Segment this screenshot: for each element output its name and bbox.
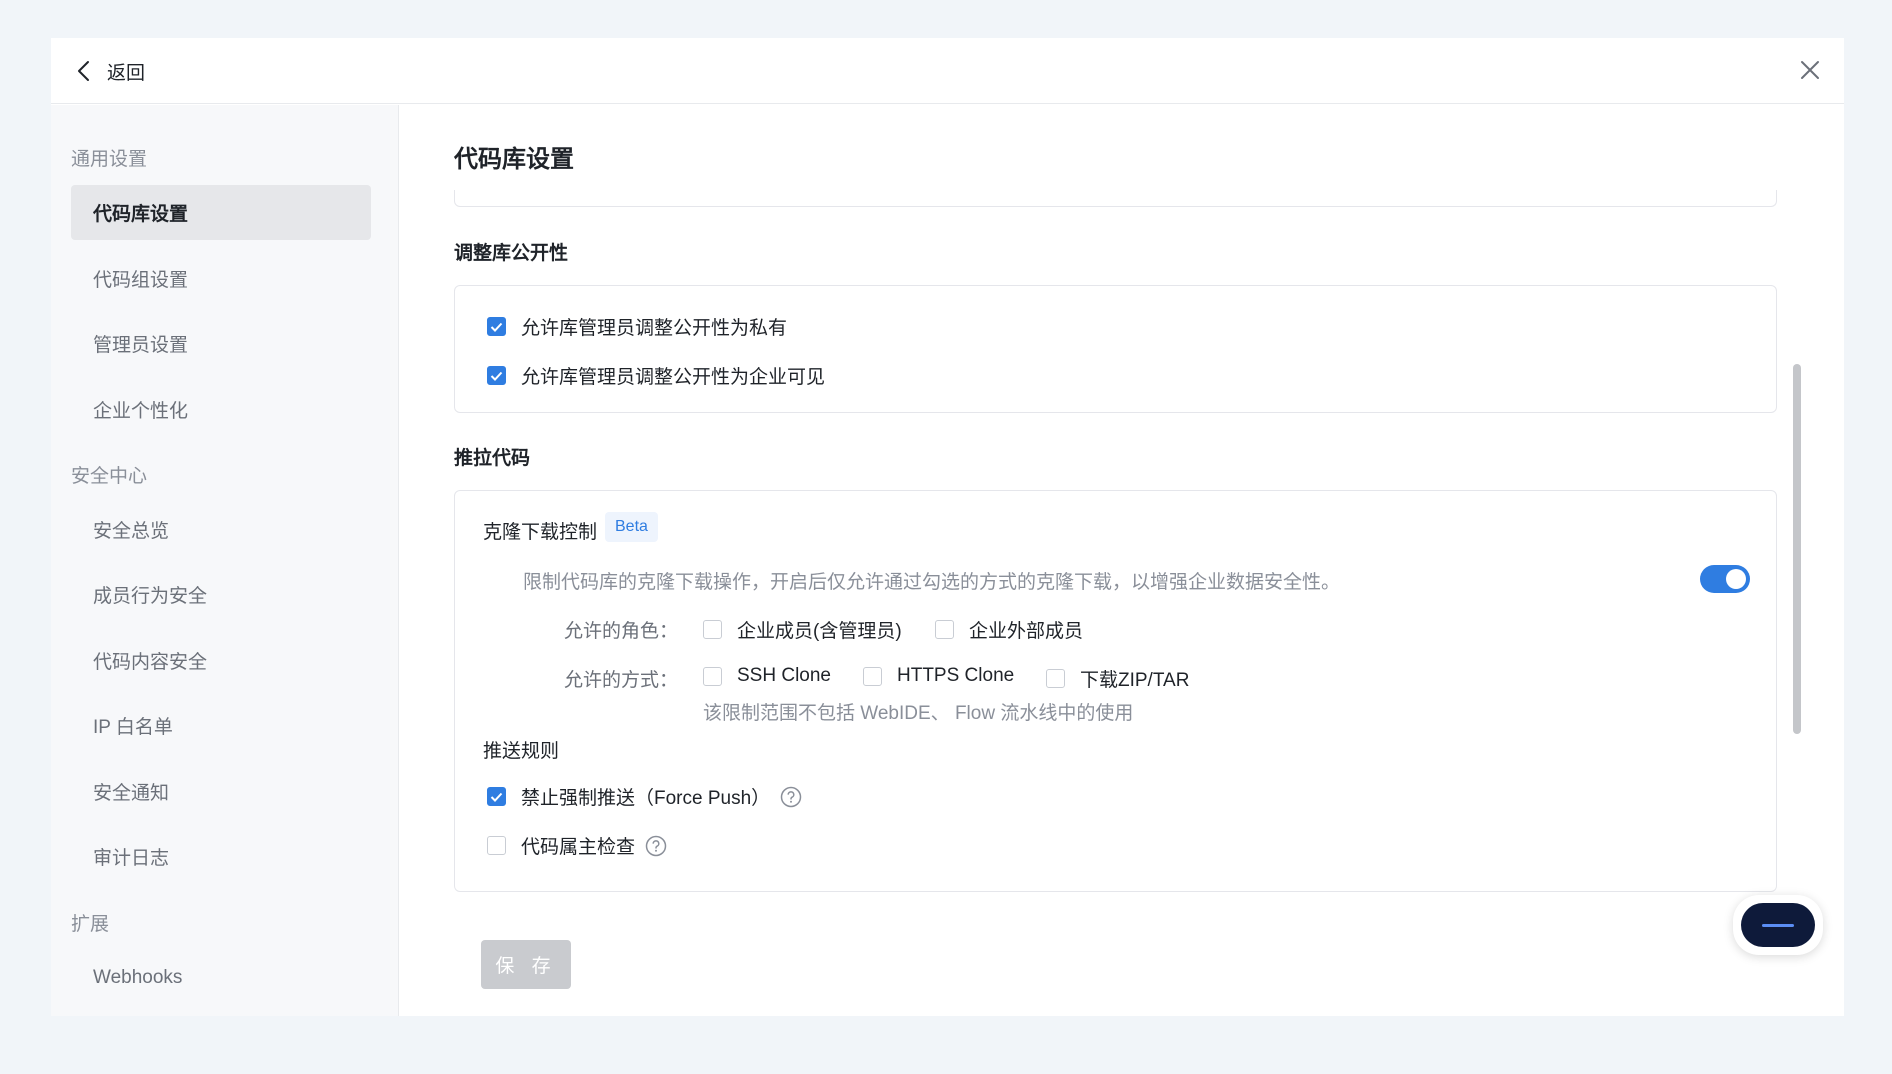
role-enterprise-member-option[interactable]: 企业成员(含管理员) bbox=[703, 616, 902, 643]
checkbox-unchecked-icon[interactable] bbox=[703, 620, 722, 639]
close-icon bbox=[1801, 61, 1819, 79]
top-bar: 返回 bbox=[51, 38, 1844, 104]
chevron-left-icon bbox=[67, 54, 101, 88]
toggle-knob bbox=[1726, 569, 1746, 589]
visibility-private-option[interactable]: 允许库管理员调整公开性为私有 bbox=[487, 313, 787, 340]
checkbox-unchecked-icon[interactable] bbox=[863, 666, 882, 686]
assistant-fab-button[interactable] bbox=[1733, 895, 1823, 955]
checkbox-checked-icon[interactable] bbox=[487, 787, 506, 806]
checkbox-unchecked-icon[interactable] bbox=[1046, 669, 1065, 688]
sidebar-item-audit-log[interactable]: 审计日志 bbox=[71, 829, 371, 884]
roles-label: 允许的角色： bbox=[564, 621, 679, 642]
sidebar-item-repo-settings[interactable]: 代码库设置 bbox=[71, 185, 371, 240]
checkbox-unchecked-icon[interactable] bbox=[935, 620, 954, 639]
previous-card-bottom bbox=[454, 190, 1777, 207]
sidebar-item-admin-settings[interactable]: 管理员设置 bbox=[71, 316, 371, 371]
clone-scope-hint: 该限制范围不包括 WebIDE、 Flow 流水线中的使用 bbox=[703, 703, 1134, 724]
sidebar-item-security-overview[interactable]: 安全总览 bbox=[71, 502, 371, 557]
sidebar-item-group-settings[interactable]: 代码组设置 bbox=[71, 251, 371, 306]
method-https-option[interactable]: HTTPS Clone bbox=[863, 665, 1014, 687]
visibility-private-label: 允许库管理员调整公开性为私有 bbox=[521, 318, 788, 339]
clone-control-title: 克隆下载控制 bbox=[483, 522, 598, 543]
main-panel: 代码库设置 调整库公开性 允许库管理员调整公开性为私有 允许库管理员调整公开性为… bbox=[400, 105, 1850, 1016]
sidebar: 通用设置 代码库设置 代码组设置 管理员设置 企业个性化 安全中心 安全总览 成… bbox=[51, 105, 399, 1016]
page-heading: 代码库设置 bbox=[454, 146, 574, 173]
method-zip-label: 下载ZIP/TAR bbox=[1080, 670, 1190, 691]
visibility-enterprise-option[interactable]: 允许库管理员调整公开性为企业可见 bbox=[487, 362, 825, 389]
sidebar-group-extensions: 扩展 bbox=[71, 914, 110, 935]
force-push-label: 禁止强制推送（Force Push） bbox=[521, 788, 771, 809]
sidebar-item-member-behavior[interactable]: 成员行为安全 bbox=[71, 567, 371, 622]
methods-label: 允许的方式： bbox=[564, 670, 679, 691]
visibility-enterprise-label: 允许库管理员调整公开性为企业可见 bbox=[521, 367, 826, 388]
clone-control-description: 限制代码库的克隆下载操作，开启后仅允许通过勾选的方式的克隆下载，以增强企业数据安… bbox=[523, 572, 1341, 593]
assistant-icon-line bbox=[1762, 923, 1794, 927]
method-ssh-option[interactable]: SSH Clone bbox=[703, 665, 831, 687]
method-zip-option[interactable]: 下载ZIP/TAR bbox=[1046, 665, 1189, 692]
role-enterprise-member-label: 企业成员(含管理员) bbox=[737, 621, 902, 642]
role-external-member-label: 企业外部成员 bbox=[969, 621, 1084, 642]
sidebar-item-ip-whitelist[interactable]: IP 白名单 bbox=[71, 698, 371, 753]
method-https-label: HTTPS Clone bbox=[897, 665, 1015, 686]
sidebar-group-security: 安全中心 bbox=[71, 466, 148, 487]
sidebar-item-webhooks[interactable]: Webhooks bbox=[71, 950, 371, 1005]
clone-control-toggle[interactable] bbox=[1700, 565, 1750, 593]
checkbox-unchecked-icon[interactable] bbox=[487, 836, 506, 855]
vertical-scrollbar[interactable] bbox=[1793, 364, 1801, 734]
force-push-option[interactable]: 禁止强制推送（Force Push） bbox=[487, 783, 802, 810]
help-icon[interactable] bbox=[645, 835, 667, 857]
beta-badge: Beta bbox=[605, 512, 658, 542]
push-pull-card: 克隆下载控制 Beta 限制代码库的克隆下载操作，开启后仅允许通过勾选的方式的克… bbox=[454, 490, 1777, 892]
method-ssh-label: SSH Clone bbox=[737, 665, 831, 686]
back-button[interactable]: 返回 bbox=[67, 54, 145, 88]
checkbox-checked-icon[interactable] bbox=[487, 317, 506, 336]
checkbox-unchecked-icon[interactable] bbox=[703, 666, 722, 686]
push-rules-title: 推送规则 bbox=[483, 741, 560, 762]
checkbox-checked-icon[interactable] bbox=[487, 366, 506, 385]
sidebar-item-personalization[interactable]: 企业个性化 bbox=[71, 382, 371, 437]
back-label: 返回 bbox=[107, 62, 146, 84]
role-external-member-option[interactable]: 企业外部成员 bbox=[935, 616, 1083, 643]
sidebar-group-general: 通用设置 bbox=[71, 149, 148, 170]
save-button[interactable]: 保 存 bbox=[481, 940, 571, 989]
visibility-section-title: 调整库公开性 bbox=[454, 243, 569, 264]
assistant-icon bbox=[1741, 903, 1815, 947]
push-pull-section-title: 推拉代码 bbox=[454, 448, 531, 469]
sidebar-item-code-content[interactable]: 代码内容安全 bbox=[71, 633, 371, 688]
visibility-card: 允许库管理员调整公开性为私有 允许库管理员调整公开性为企业可见 bbox=[454, 285, 1777, 413]
code-owner-check-label: 代码属主检查 bbox=[521, 837, 636, 858]
sidebar-item-security-notice[interactable]: 安全通知 bbox=[71, 764, 371, 819]
help-icon[interactable] bbox=[780, 786, 802, 808]
code-owner-check-option[interactable]: 代码属主检查 bbox=[487, 832, 667, 859]
close-button[interactable] bbox=[1792, 52, 1828, 88]
